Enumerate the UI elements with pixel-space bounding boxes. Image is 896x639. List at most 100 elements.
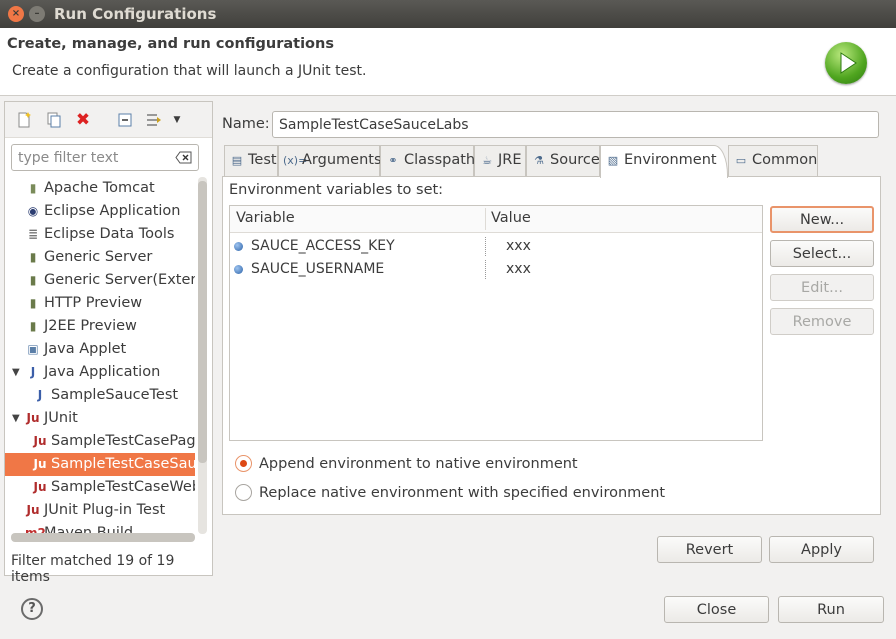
- junit-icon: Ju: [26, 411, 40, 425]
- tree-item[interactable]: Ju SampleTestCaseSauceLabs: [5, 453, 195, 476]
- tree-item-label: Java Application: [44, 364, 161, 380]
- tree-item[interactable]: ▮ Generic Server(External Launch): [5, 269, 195, 292]
- tree-item[interactable]: ≣ Eclipse Data Tools: [5, 223, 195, 246]
- tree-horizontal-scrollbar[interactable]: [11, 533, 195, 542]
- environment-variables-label: Environment variables to set:: [229, 182, 444, 198]
- tree-item-label: SampleSauceTest: [51, 387, 179, 403]
- database-icon: ≣: [27, 227, 39, 241]
- tab-test[interactable]: ▤ Test: [224, 145, 278, 176]
- table-row[interactable]: SAUCE_USERNAME xxx: [230, 258, 762, 281]
- clear-filter-icon[interactable]: [175, 149, 193, 166]
- column-header-variable[interactable]: Variable: [236, 210, 295, 226]
- window-titlebar: × – Run Configurations: [0, 0, 896, 28]
- tree-scrollbar-thumb[interactable]: [198, 181, 207, 463]
- tree-item[interactable]: ▮ Apache Tomcat: [5, 177, 195, 200]
- tree-item-label: HTTP Preview: [44, 295, 143, 311]
- header-description: Create a configuration that will launch …: [12, 63, 367, 79]
- tree-item[interactable]: ▮ Generic Server: [5, 246, 195, 269]
- tab-label: Arguments: [302, 152, 382, 168]
- column-header-value[interactable]: Value: [491, 210, 531, 226]
- tree-item-label: Apache Tomcat: [44, 180, 155, 196]
- window-close-button[interactable]: ×: [8, 6, 24, 22]
- eclipse-icon: ◉: [27, 204, 39, 218]
- variable-value: xxx: [506, 261, 531, 277]
- junit-icon: Ju: [33, 457, 47, 471]
- variable-icon: [234, 242, 243, 251]
- test-tab-icon: ▤: [231, 154, 243, 167]
- tab-source[interactable]: ⚗ Source: [526, 145, 600, 176]
- edit-variable-button[interactable]: Edit...: [770, 274, 874, 301]
- replace-environment-label[interactable]: Replace native environment with specifie…: [259, 481, 665, 505]
- run-icon: [825, 42, 867, 84]
- new-variable-button[interactable]: New...: [770, 206, 874, 233]
- junit-plugin-icon: Ju: [26, 503, 40, 517]
- select-variable-button[interactable]: Select...: [770, 240, 874, 267]
- revert-button[interactable]: Revert: [657, 536, 762, 563]
- tree-item[interactable]: J SampleSauceTest: [5, 384, 195, 407]
- configuration-tree: ▮ Apache Tomcat ◉ Eclipse Application ≣ Eclip…: [5, 177, 195, 539]
- tree-item[interactable]: Ju SampleTestCasePageObjects: [5, 430, 195, 453]
- environment-variables-table[interactable]: Variable Value SAUCE_ACCESS_KEY xxx SAUCE_…: [229, 205, 763, 441]
- tree-item-label: Eclipse Application: [44, 203, 181, 219]
- source-tab-icon: ⚗: [534, 154, 544, 167]
- tree-item-label: SampleTestCaseWebdriver: [51, 479, 195, 495]
- tree-item[interactable]: ▮ HTTP Preview: [5, 292, 195, 315]
- tab-environment[interactable]: ▧ Environment: [600, 145, 728, 178]
- tab-label: Source: [550, 152, 600, 168]
- filter-input[interactable]: [14, 147, 172, 168]
- tree-item[interactable]: Ju SampleTestCaseWebdriver: [5, 476, 195, 499]
- tree-item-label: JUnit Plug-in Test: [44, 502, 166, 518]
- delete-configuration-icon[interactable]: ✖: [74, 111, 92, 129]
- jre-tab-icon: ☕: [482, 154, 492, 167]
- tree-vertical-scrollbar[interactable]: [198, 177, 207, 534]
- name-label: Name:: [222, 116, 270, 132]
- variable-icon: [234, 265, 243, 274]
- server-icon: ▮: [29, 319, 37, 333]
- expand-arrow-icon[interactable]: ▼: [12, 407, 20, 430]
- arguments-tab-icon: (x)=: [283, 154, 308, 167]
- collapse-all-icon[interactable]: [116, 111, 134, 129]
- apply-button[interactable]: Apply: [769, 536, 874, 563]
- remove-variable-button[interactable]: Remove: [770, 308, 874, 335]
- tree-item[interactable]: ▼ Ju JUnit: [5, 407, 195, 430]
- filter-menu-chevron-down-icon[interactable]: ▼: [168, 111, 186, 129]
- replace-environment-radio[interactable]: [235, 484, 252, 501]
- common-tab-icon: ▭: [735, 154, 747, 167]
- tree-item-label: J2EE Preview: [44, 318, 137, 334]
- configuration-toolbar: ✖ ▼: [5, 102, 212, 138]
- classpath-tab-icon: ⚭: [388, 154, 398, 167]
- tab-label: Test: [248, 152, 277, 168]
- server-icon: ▮: [29, 250, 37, 264]
- tab-classpath[interactable]: ⚭ Classpath: [380, 145, 475, 176]
- table-row[interactable]: SAUCE_ACCESS_KEY xxx: [230, 235, 762, 258]
- close-button[interactable]: Close: [664, 596, 769, 623]
- help-icon[interactable]: ?: [21, 598, 43, 620]
- tree-item[interactable]: ▼ J Java Application: [5, 361, 195, 384]
- append-environment-radio[interactable]: [235, 455, 252, 472]
- filter-box: [11, 144, 199, 171]
- tree-item-label: Generic Server: [44, 249, 153, 265]
- environment-tab-icon: ▧: [607, 154, 619, 167]
- configuration-list-panel: ✖ ▼ ▮ Apache Tomcat ◉ Eclipse Application ≣ E…: [4, 101, 213, 585]
- window-minimize-button[interactable]: –: [29, 6, 45, 22]
- tree-item[interactable]: Ju JUnit Plug-in Test: [5, 499, 195, 522]
- tree-item-label: Eclipse Data Tools: [44, 226, 175, 242]
- filter-configurations-icon[interactable]: [145, 111, 163, 129]
- tree-item[interactable]: ◉ Eclipse Application: [5, 200, 195, 223]
- append-environment-label[interactable]: Append environment to native environment: [259, 452, 578, 476]
- server-icon: ▮: [29, 296, 37, 310]
- java-app-icon: J: [37, 388, 43, 402]
- tree-item[interactable]: ▮ J2EE Preview: [5, 315, 195, 338]
- configuration-name-input[interactable]: [272, 111, 879, 138]
- tab-label: Environment: [624, 152, 717, 168]
- expand-arrow-icon[interactable]: ▼: [12, 361, 20, 384]
- tab-jre[interactable]: ☕ JRE: [474, 145, 526, 176]
- tab-arguments[interactable]: (x)=Arguments: [278, 145, 382, 176]
- tab-common[interactable]: ▭ Common: [728, 145, 818, 176]
- tree-item[interactable]: ▣ Java Applet: [5, 338, 195, 361]
- run-button[interactable]: Run: [778, 596, 884, 623]
- filter-status-text: Filter matched 19 of 19 items: [11, 553, 175, 585]
- applet-icon: ▣: [27, 342, 39, 356]
- duplicate-configuration-icon[interactable]: [45, 111, 63, 129]
- new-configuration-icon[interactable]: [15, 111, 33, 129]
